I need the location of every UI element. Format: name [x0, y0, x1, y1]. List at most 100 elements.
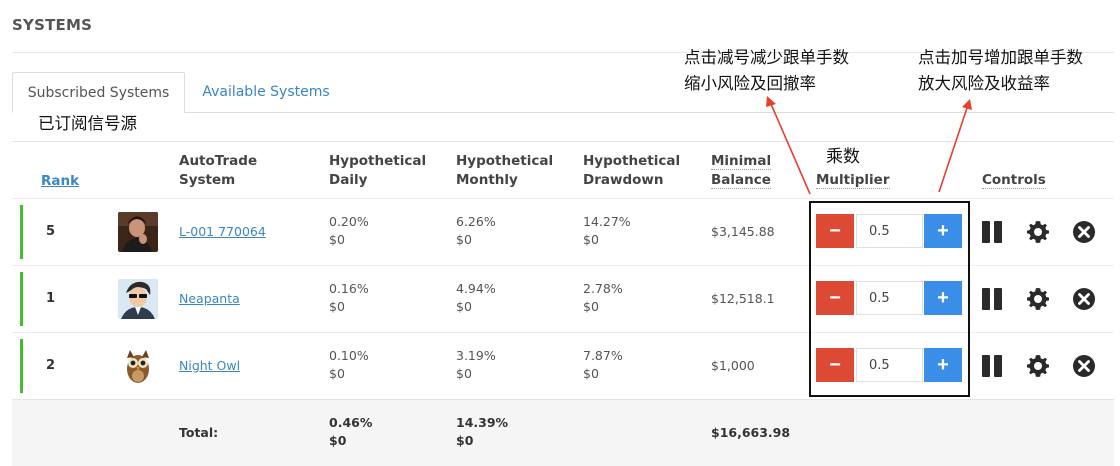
- daily-header-line2: Daily: [329, 172, 368, 188]
- close-circle-icon[interactable]: [1072, 287, 1096, 311]
- monthly-usd: $0: [456, 366, 472, 381]
- drawdown-cell: 2.78% $0: [583, 280, 623, 316]
- rank-value: 2: [46, 358, 56, 373]
- daily-pct: 0.10%: [329, 348, 369, 363]
- pause-icon[interactable]: [980, 220, 1004, 244]
- daily-pct: 0.20%: [329, 214, 369, 229]
- gear-icon[interactable]: [1026, 220, 1050, 244]
- daily-cell: 0.10% $0: [329, 347, 369, 383]
- table-row: 2 Night Owl 0.10% $0 3.19% $0 7.87% $0 $…: [12, 332, 1114, 399]
- totals-min-balance: $16,663.98: [711, 425, 791, 440]
- table-row: 5 L-001 770064 0.20% $0 6.26% $0 14.27% …: [12, 198, 1114, 265]
- decrease-multiplier-button[interactable]: −: [816, 214, 854, 248]
- table-row: 1 Neapanta 0.16% $0 4.94% $0 2.78% $0 $1…: [12, 265, 1114, 332]
- drawdown-cell: 14.27% $0: [583, 213, 631, 249]
- multiplier-header-label: Multiplier: [816, 172, 890, 189]
- system-link[interactable]: Neapanta: [179, 291, 240, 306]
- totals-monthly-usd: $0: [456, 433, 474, 448]
- totals-monthly-pct: 14.39%: [456, 415, 509, 430]
- monthly-pct: 3.19%: [456, 348, 496, 363]
- monthly-usd: $0: [456, 299, 472, 314]
- system-header-line1: AutoTrade: [179, 153, 258, 169]
- totals-label: Total:: [179, 425, 219, 440]
- multiplier-header: Multiplier: [816, 171, 890, 190]
- plus-annotation-line1: 点击加号增加跟单手数: [918, 48, 1083, 67]
- daily-pct: 0.16%: [329, 281, 369, 296]
- monthly-header: Hypothetical Monthly: [456, 152, 553, 190]
- daily-usd: $0: [329, 232, 345, 247]
- drawdown-header: Hypothetical Drawdown: [583, 152, 680, 190]
- totals-monthly: 14.39% $0: [456, 414, 508, 450]
- daily-header-line1: Hypothetical: [329, 153, 427, 169]
- gear-icon[interactable]: [1026, 287, 1050, 311]
- totals-daily: 0.46% $0: [329, 414, 372, 450]
- totals-daily-usd: $0: [329, 433, 347, 448]
- active-indicator: [20, 272, 23, 326]
- cartoon-man-sunglasses-avatar: [118, 279, 158, 319]
- multiplier-input[interactable]: [856, 281, 923, 315]
- rank-header[interactable]: Rank: [41, 172, 79, 191]
- owl-avatar: [118, 346, 158, 386]
- system-link[interactable]: L-001 770064: [179, 224, 266, 239]
- system-link[interactable]: Night Owl: [179, 358, 240, 373]
- decrease-multiplier-button[interactable]: −: [816, 281, 854, 315]
- multiplier-stepper: − +: [816, 281, 962, 315]
- active-indicator: [20, 339, 23, 393]
- minus-annotation-line1: 点击减号减少跟单手数: [684, 48, 849, 67]
- balance-header: Minimal Balance: [711, 152, 772, 190]
- increase-multiplier-button[interactable]: +: [924, 214, 962, 248]
- totals-row: Total: 0.46% $0 14.39% $0 $16,663.98: [12, 399, 1114, 466]
- drawdown-header-line1: Hypothetical: [583, 153, 681, 169]
- monthly-pct: 4.94%: [456, 281, 496, 296]
- system-header-line2: System: [179, 172, 236, 188]
- man-portrait-avatar: [118, 212, 158, 252]
- pause-icon[interactable]: [980, 287, 1004, 311]
- increase-multiplier-button[interactable]: +: [924, 281, 962, 315]
- decrease-multiplier-button[interactable]: −: [816, 348, 854, 382]
- multiplier-input[interactable]: [856, 214, 923, 248]
- system-header: AutoTrade System: [179, 152, 257, 190]
- drawdown-pct: 14.27%: [583, 214, 631, 229]
- drawdown-usd: $0: [583, 366, 599, 381]
- controls-header-label: Controls: [982, 172, 1046, 189]
- increase-multiplier-button[interactable]: +: [924, 348, 962, 382]
- rank-value: 5: [46, 224, 56, 239]
- drawdown-usd: $0: [583, 299, 599, 314]
- min-balance-value: $12,518.1: [711, 291, 775, 306]
- plus-annotation-line2: 放大风险及收益率: [918, 74, 1050, 93]
- tab-subscribed-systems[interactable]: Subscribed Systems: [12, 72, 185, 113]
- drawdown-cell: 7.87% $0: [583, 347, 623, 383]
- systems-table: Rank AutoTrade System Hypothetical Daily…: [12, 141, 1114, 466]
- daily-usd: $0: [329, 366, 345, 381]
- daily-cell: 0.20% $0: [329, 213, 369, 249]
- pause-icon[interactable]: [980, 354, 1004, 378]
- totals-daily-pct: 0.46%: [329, 415, 373, 430]
- daily-usd: $0: [329, 299, 345, 314]
- minus-annotation-line2: 缩小风险及回撤率: [684, 74, 816, 93]
- gear-icon[interactable]: [1026, 354, 1050, 378]
- drawdown-header-line2: Drawdown: [583, 172, 664, 188]
- drawdown-pct: 2.78%: [583, 281, 623, 296]
- close-circle-icon[interactable]: [1072, 220, 1096, 244]
- multiplier-stepper: − +: [816, 214, 962, 248]
- monthly-cell: 3.19% $0: [456, 347, 496, 383]
- daily-cell: 0.16% $0: [329, 280, 369, 316]
- monthly-pct: 6.26%: [456, 214, 496, 229]
- subscribed-annotation: 已订阅信号源: [38, 114, 137, 133]
- tab-available-systems[interactable]: Available Systems: [198, 72, 334, 113]
- balance-header-line2: Balance: [711, 172, 771, 189]
- rank-sort-link[interactable]: Rank: [41, 173, 79, 189]
- monthly-cell: 4.94% $0: [456, 280, 496, 316]
- balance-header-line1: Minimal: [711, 153, 772, 170]
- monthly-usd: $0: [456, 232, 472, 247]
- daily-header: Hypothetical Daily: [329, 152, 426, 190]
- drawdown-usd: $0: [583, 232, 599, 247]
- monthly-header-line1: Hypothetical: [456, 153, 554, 169]
- drawdown-pct: 7.87%: [583, 348, 623, 363]
- monthly-cell: 6.26% $0: [456, 213, 496, 249]
- rank-value: 1: [46, 291, 56, 306]
- close-circle-icon[interactable]: [1072, 354, 1096, 378]
- page-title: SYSTEMS: [12, 16, 93, 34]
- multiplier-input[interactable]: [856, 348, 923, 382]
- multiplier-stepper: − +: [816, 348, 962, 382]
